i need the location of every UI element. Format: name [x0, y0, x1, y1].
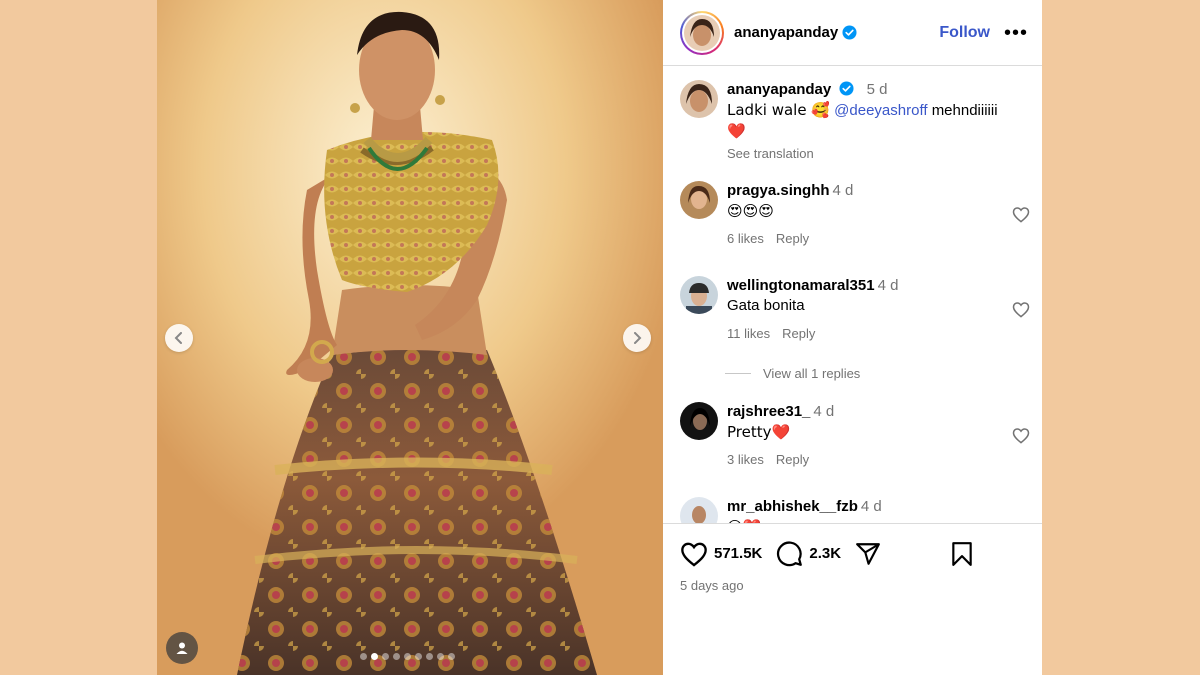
- carousel-dot: [448, 653, 455, 660]
- tagged-users-button[interactable]: [166, 632, 198, 664]
- author-username[interactable]: ananyapanday: [734, 24, 838, 41]
- post-side-panel: ananyapanday Follow ••• ananyapanday 5 d: [663, 0, 1042, 675]
- caption-heart-emoji: ❤️: [727, 122, 746, 140]
- caption-time: 5 d: [866, 81, 888, 98]
- carousel-dot: [382, 653, 389, 660]
- chevron-right-icon: [634, 332, 642, 344]
- avatar[interactable]: [680, 402, 718, 440]
- caption-mention-link[interactable]: @deeyashroff: [834, 102, 927, 119]
- post-header: ananyapanday Follow •••: [663, 0, 1042, 66]
- comment-time: 4 d: [832, 182, 854, 199]
- post-modal: ananyapanday Follow ••• ananyapanday 5 d: [157, 0, 1042, 675]
- view-replies-label: View all 1 replies: [763, 366, 861, 381]
- comment-username[interactable]: pragya.singhh: [727, 182, 830, 199]
- avatar[interactable]: [680, 497, 718, 523]
- comment-item: wellingtonamaral351 4 d Gata bonita 11 li…: [680, 276, 1030, 344]
- bookmark-icon: [952, 542, 972, 566]
- verified-badge-icon: [839, 81, 854, 96]
- carousel-dot: [404, 653, 411, 660]
- share-button[interactable]: [855, 541, 881, 567]
- comment-username[interactable]: wellingtonamaral351: [727, 277, 875, 294]
- likes-count[interactable]: 571.5K: [714, 545, 762, 562]
- caption-tail: mehndiiiiii: [931, 102, 998, 119]
- comment-text: Pretty❤️: [727, 423, 791, 441]
- view-replies-button[interactable]: View all 1 replies: [725, 366, 860, 381]
- reply-button[interactable]: Reply: [776, 231, 809, 246]
- comment-bubble-icon: [777, 541, 803, 567]
- caption-username[interactable]: ananyapanday: [727, 81, 831, 98]
- reply-button[interactable]: Reply: [776, 452, 809, 467]
- previous-slide-button[interactable]: [165, 324, 193, 352]
- comment-item: rajshree31_ 4 d Pretty❤️ 3 likes Reply: [680, 402, 1030, 470]
- comments-list[interactable]: ananyapanday 5 d Ladki wale 🥰 @deeyashro…: [663, 67, 1042, 523]
- author-avatar-ring[interactable]: [680, 10, 724, 55]
- avatar[interactable]: [680, 181, 718, 219]
- save-button[interactable]: [951, 541, 973, 572]
- chevron-left-icon: [174, 332, 182, 344]
- comment-time: 4 d: [860, 498, 882, 515]
- avatar[interactable]: [680, 80, 718, 118]
- comment-likes[interactable]: 3 likes: [727, 452, 764, 467]
- caption: ananyapanday 5 d Ladki wale 🥰 @deeyashro…: [680, 80, 1030, 164]
- carousel-dot: [437, 653, 444, 660]
- more-options-button[interactable]: •••: [1004, 23, 1028, 43]
- comments-count[interactable]: 2.3K: [809, 545, 841, 562]
- carousel-dot: [426, 653, 433, 660]
- paper-plane-icon: [856, 542, 880, 565]
- comment-item: mr_abhishek__fzb4 d 😍❤️: [680, 497, 1030, 523]
- user-tag-icon: [176, 642, 188, 654]
- verified-badge-icon: [842, 25, 857, 40]
- next-slide-button[interactable]: [623, 324, 651, 352]
- like-button[interactable]: [680, 541, 708, 567]
- post-photo: [157, 0, 663, 675]
- carousel-dot: [360, 653, 367, 660]
- comment-username[interactable]: mr_abhishek__fzb: [727, 498, 858, 515]
- caption-text: Ladki wale 🥰: [727, 101, 830, 119]
- heart-icon: [681, 542, 707, 567]
- comment-button[interactable]: [776, 540, 803, 567]
- post-actions: 571.5K 2.3K 5 days ago: [663, 523, 1042, 675]
- avatar: [684, 14, 720, 51]
- comment-text: 😍😍😍: [727, 202, 774, 220]
- carousel-dot: [393, 653, 400, 660]
- comment-text: Gata bonita: [727, 297, 805, 314]
- like-comment-icon[interactable]: [1012, 206, 1030, 223]
- replies-divider: [725, 373, 751, 374]
- carousel-indicator: [360, 653, 455, 660]
- post-timestamp: 5 days ago: [680, 578, 744, 593]
- comment-likes[interactable]: 6 likes: [727, 231, 764, 246]
- carousel-dot: [415, 653, 422, 660]
- like-comment-icon[interactable]: [1012, 301, 1030, 318]
- follow-button[interactable]: Follow: [939, 24, 990, 42]
- comment-item: pragya.singhh 4 d 😍😍😍 6 likes Reply: [680, 181, 1030, 249]
- post-media[interactable]: [157, 0, 663, 675]
- reply-button[interactable]: Reply: [782, 326, 815, 341]
- comment-username[interactable]: rajshree31_: [727, 403, 810, 420]
- comment-time: 4 d: [877, 277, 899, 294]
- comment-likes[interactable]: 11 likes: [727, 326, 770, 341]
- like-comment-icon[interactable]: [1012, 427, 1030, 444]
- see-translation-link[interactable]: See translation: [727, 144, 1030, 164]
- carousel-dot: [371, 653, 378, 660]
- avatar[interactable]: [680, 276, 718, 314]
- comment-time: 4 d: [813, 403, 835, 420]
